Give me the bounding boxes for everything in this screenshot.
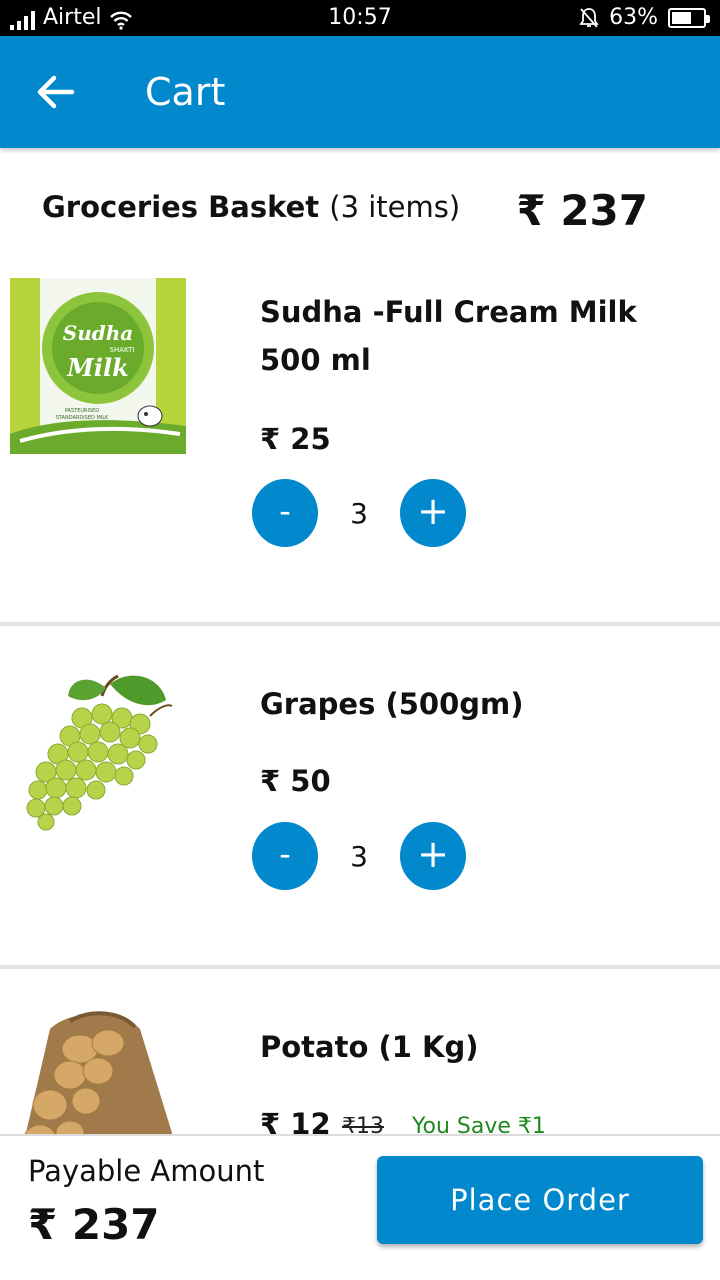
battery-percent: 63% bbox=[609, 5, 658, 30]
arrow-left-icon[interactable] bbox=[36, 74, 76, 110]
cart-item: Grapes (500gm) ₹ 50 - 3 + bbox=[0, 626, 720, 968]
basket-total: ₹ 237 bbox=[516, 186, 648, 235]
battery-icon bbox=[668, 7, 710, 28]
status-bar: Airtel 10:57 63% bbox=[0, 0, 720, 36]
svg-text:Sudha: Sudha bbox=[63, 321, 133, 345]
grapes-image bbox=[26, 674, 173, 831]
bell-muted-icon bbox=[579, 7, 599, 28]
basket-item-count: (3 items) bbox=[329, 190, 461, 224]
increase-button[interactable]: + bbox=[400, 822, 466, 890]
decrease-button[interactable]: - bbox=[252, 822, 318, 890]
product-name[interactable]: Sudha -Full Cream Milk 500 ml bbox=[260, 288, 680, 384]
place-order-button[interactable]: Place Order bbox=[377, 1156, 703, 1244]
basket-name: Groceries Basket bbox=[42, 190, 320, 224]
product-name[interactable]: Grapes (500gm) bbox=[260, 680, 680, 728]
quantity-value: 3 bbox=[350, 840, 368, 873]
increase-button[interactable]: + bbox=[400, 479, 466, 547]
svg-text:PASTEURISED: PASTEURISED bbox=[65, 408, 99, 414]
product-price: ₹ 25 bbox=[260, 422, 331, 456]
quantity-stepper: - 3 + bbox=[252, 479, 466, 547]
payable-label: Payable Amount bbox=[28, 1154, 265, 1188]
checkout-footer: Payable Amount ₹ 237 Place Order bbox=[0, 1134, 720, 1280]
svg-text:Milk: Milk bbox=[66, 353, 128, 382]
product-name[interactable]: Potato (1 Kg) bbox=[260, 1023, 680, 1071]
payable-amount: ₹ 237 bbox=[28, 1200, 160, 1249]
potato-sack-image bbox=[24, 1011, 173, 1134]
cart-item: Potato (1 Kg) ₹ 12 ₹13 You Save ₹1 bbox=[0, 969, 720, 1134]
savings-text: You Save ₹1 bbox=[412, 1114, 546, 1134]
decrease-button[interactable]: - bbox=[252, 479, 318, 547]
milk-packet-image: Sudha SHAKTI Milk PASTEURISED STANDARDIS… bbox=[10, 278, 186, 454]
basket-title: Groceries Basket (3 items) bbox=[42, 190, 460, 224]
product-price: ₹ 50 bbox=[260, 764, 331, 798]
cart-item: Sudha SHAKTI Milk PASTEURISED STANDARDIS… bbox=[0, 260, 720, 626]
app-bar: Cart bbox=[0, 36, 720, 148]
product-price: ₹ 12 bbox=[260, 1107, 331, 1134]
original-price: ₹13 bbox=[342, 1114, 384, 1134]
quantity-value: 3 bbox=[350, 497, 368, 530]
quantity-stepper: - 3 + bbox=[252, 822, 466, 890]
status-right: 63% bbox=[579, 5, 710, 30]
page-title: Cart bbox=[145, 70, 226, 114]
